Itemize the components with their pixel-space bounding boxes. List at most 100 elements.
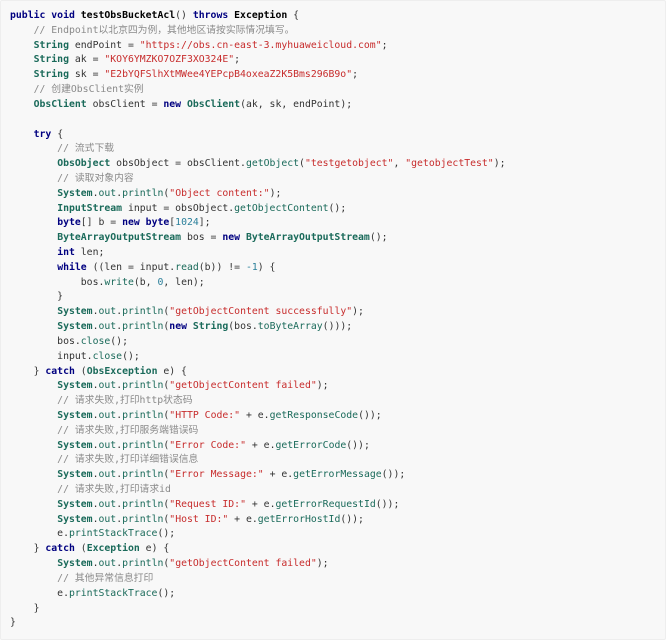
code-token: "Error Message:" xyxy=(169,469,264,481)
code-line: byte[] b = new byte[1024]; xyxy=(10,216,506,231)
code-token: try xyxy=(33,128,52,140)
code-token: catch xyxy=(45,365,75,377)
code-token: out xyxy=(98,321,117,333)
code-line: e.printStackTrace(); xyxy=(10,587,506,602)
code-token: e) { xyxy=(157,365,187,377)
code-token: e. xyxy=(10,528,69,540)
code-token: ) { xyxy=(257,261,276,273)
code-line: System.out.println(new String(bos.toByte… xyxy=(10,320,506,335)
code-line: System.out.println("Request ID:" + e.get… xyxy=(10,498,506,513)
code-token: // 创建ObsClient实例 xyxy=(10,84,144,96)
code-token: "getobjectTest" xyxy=(405,158,494,170)
code-token: ObsObject xyxy=(57,158,111,170)
code-token: new xyxy=(169,321,193,333)
code-line: System.out.println("getObjectContent fai… xyxy=(10,379,506,394)
code-token: ); xyxy=(269,187,282,199)
code-token: } xyxy=(10,291,64,303)
code-token: System xyxy=(57,469,93,481)
code-token: getErrorMessage xyxy=(293,469,382,481)
code-token: printStackTrace xyxy=(68,528,158,540)
code-token: ObsClient xyxy=(186,98,241,110)
code-line: // 读取对象内容 xyxy=(10,172,506,187)
code-token: println xyxy=(122,498,164,510)
code-token: "getObjectContent successfully" xyxy=(169,306,353,318)
code-token: println xyxy=(122,321,164,333)
code-token: throws xyxy=(192,10,235,21)
code-token: String xyxy=(192,321,229,333)
code-token: out xyxy=(98,380,117,392)
code-token: (); xyxy=(328,202,347,214)
code-token: out xyxy=(98,558,117,570)
code-token: len; xyxy=(74,247,105,258)
code-token: // 请求失败,打印http状态码 xyxy=(10,395,193,407)
code-token: // 请求失败,打印服务端错误码 xyxy=(10,424,199,436)
code-line: ​ xyxy=(10,113,506,128)
code-line: bos.write(b, 0, len); xyxy=(10,276,506,291)
code-token: (); xyxy=(157,587,176,599)
code-token: // 请求失败,打印详细错误信息 xyxy=(10,454,199,466)
code-token: ); xyxy=(316,380,329,392)
code-token: System xyxy=(57,558,93,570)
code-line: // 请求失败,打印详细错误信息 xyxy=(10,453,506,468)
code-token: sk = xyxy=(68,69,105,81)
code-line: // 请求失败,打印服务端错误码 xyxy=(10,424,506,439)
code-token: System xyxy=(57,498,93,510)
code-token: close xyxy=(92,350,123,362)
code-line: // Endpoint以北京四为例，其他地区请按实际情况填写。 xyxy=(10,24,506,39)
code-token: ())); xyxy=(322,321,353,333)
code-token: ; xyxy=(234,54,241,66)
code-token: // 流式下载 xyxy=(10,143,115,155)
code-line: String ak = "KOY6YMZKO7OZF3XO324E"; xyxy=(10,53,506,68)
code-token: String xyxy=(33,69,69,81)
code-token: printStackTrace xyxy=(68,587,158,599)
code-token: println xyxy=(122,469,164,481)
code-token: [] b = xyxy=(80,217,123,229)
code-line: System.out.println("Object content:"); xyxy=(10,187,506,202)
code-token: bos. xyxy=(10,276,105,288)
code-token: bos. xyxy=(10,335,81,347)
code-token: input = obsObject. xyxy=(122,202,235,214)
code-token: Exception xyxy=(234,10,288,21)
code-token: , xyxy=(393,158,406,170)
code-token: close xyxy=(80,335,111,347)
code-token: ObsException xyxy=(86,365,158,377)
code-token: getErrorCode xyxy=(275,439,347,451)
code-token: "KOY6YMZKO7OZF3XO324E" xyxy=(104,54,235,66)
code-token: // 请求失败,打印请求id xyxy=(10,484,171,495)
code-token: println xyxy=(122,513,164,525)
code-token: ((len = input. xyxy=(86,261,176,273)
code-line: System.out.println("HTTP Code:" + e.getR… xyxy=(10,409,506,424)
code-line: InputStream input = obsObject.getObjectC… xyxy=(10,202,506,217)
code-token: "https://obs.cn-east-3.myhuaweicloud.com… xyxy=(139,39,382,51)
code-token: + e. xyxy=(228,513,258,525)
code-token: endPoint = xyxy=(68,39,140,51)
code-line: input.close(); xyxy=(10,350,506,365)
code-token: + e. xyxy=(245,439,276,451)
code-token: getResponseCode xyxy=(269,409,359,421)
code-token: System xyxy=(57,409,93,421)
code-token: (); xyxy=(369,232,388,244)
code-line: String sk = "E2bYQFSlhXtMWee4YEPcpB4oxea… xyxy=(10,68,506,83)
code-token: toByteArray xyxy=(257,321,323,333)
code-token: "Host ID:" xyxy=(169,513,229,525)
code-token: getErrorRequestId xyxy=(275,498,376,510)
code-token: System xyxy=(57,380,93,392)
code-token: { xyxy=(287,10,300,21)
code-line: } catch (ObsException e) { xyxy=(10,365,506,380)
code-token: ()); xyxy=(340,513,364,525)
code-token: String xyxy=(33,54,69,66)
code-token: (ak, sk, endPoint); xyxy=(240,98,353,110)
code-token: 1024 xyxy=(175,217,199,229)
code-token: "getObjectContent failed" xyxy=(169,558,317,570)
code-token: System xyxy=(57,306,93,318)
code-line: } catch (Exception e) { xyxy=(10,542,506,557)
